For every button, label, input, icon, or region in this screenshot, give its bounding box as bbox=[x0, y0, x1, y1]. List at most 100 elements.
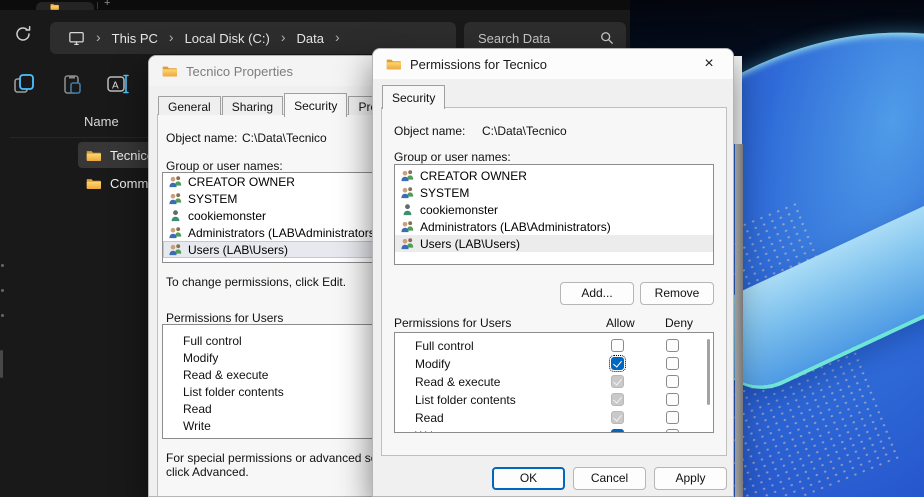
cancel-button[interactable]: Cancel bbox=[573, 467, 646, 490]
breadcrumb-local-disk[interactable]: Local Disk (C:) bbox=[185, 31, 270, 46]
permission-name: Write bbox=[415, 429, 443, 433]
change-permissions-hint: To change permissions, click Edit. bbox=[166, 275, 346, 289]
properties-dialog: Tecnico Properties General Sharing Secur… bbox=[148, 55, 390, 497]
column-header-name[interactable]: Name bbox=[84, 114, 119, 129]
permissions-dialog: Permissions for Tecnico × Security Objec… bbox=[372, 48, 734, 497]
permission-row[interactable]: Full control bbox=[395, 337, 713, 355]
permission-row[interactable]: Special permissions bbox=[163, 435, 389, 439]
group-user-list[interactable]: CREATOR OWNER SYSTEM cookiemonster Admin… bbox=[394, 164, 714, 265]
user-row[interactable]: cookiemonster bbox=[395, 201, 713, 218]
allow-checkbox[interactable] bbox=[611, 339, 624, 352]
list-scrollbar[interactable] bbox=[707, 339, 710, 405]
permission-row[interactable]: Full control bbox=[163, 333, 389, 350]
deny-checkbox[interactable] bbox=[666, 339, 679, 352]
users-group-icon bbox=[400, 220, 415, 233]
add-button[interactable]: Add... bbox=[560, 282, 634, 305]
permission-name: Read & execute bbox=[415, 375, 500, 389]
permission-row[interactable]: Modify bbox=[163, 350, 389, 367]
allow-checkbox[interactable] bbox=[611, 411, 624, 424]
user-name: SYSTEM bbox=[420, 186, 469, 200]
advanced-hint-line1: For special permissions or advanced sett… bbox=[166, 451, 390, 465]
user-row[interactable]: SYSTEM bbox=[395, 184, 713, 201]
users-group-icon bbox=[400, 237, 415, 250]
ok-button[interactable]: OK bbox=[492, 467, 565, 490]
tab-divider bbox=[97, 2, 98, 9]
permission-row[interactable]: Write bbox=[163, 418, 389, 435]
deny-checkbox[interactable] bbox=[666, 429, 679, 433]
security-tab-page: Object name: C:\Data\Tecnico Group or us… bbox=[381, 107, 727, 456]
permission-name: Full control bbox=[415, 339, 474, 353]
permission-row[interactable]: Modify bbox=[395, 355, 713, 373]
tab-general[interactable]: General bbox=[158, 96, 221, 115]
permissions-dialog-titlebar[interactable]: Permissions for Tecnico bbox=[373, 49, 733, 79]
permission-row[interactable]: Read bbox=[395, 409, 713, 427]
permission-row[interactable]: List folder contents bbox=[163, 384, 389, 401]
permission-name: List folder contents bbox=[415, 393, 516, 407]
permissions-list[interactable]: Full control Modify Read & execute List … bbox=[162, 324, 390, 439]
user-row-selected[interactable]: Users (LAB\Users) bbox=[395, 235, 713, 252]
close-icon[interactable]: × bbox=[694, 53, 724, 75]
permission-row[interactable]: List folder contents bbox=[395, 391, 713, 409]
group-user-list[interactable]: CREATOR OWNER SYSTEM cookiemonster Admin… bbox=[162, 172, 390, 263]
user-row[interactable]: Administrators (LAB\Administrators) bbox=[163, 224, 389, 241]
deny-checkbox[interactable] bbox=[666, 357, 679, 370]
chevron-right-icon: › bbox=[335, 29, 340, 45]
nav-pane-dot bbox=[1, 289, 4, 292]
deny-checkbox[interactable] bbox=[666, 411, 679, 424]
chevron-right-icon: › bbox=[281, 29, 286, 45]
nav-pane-scrollbar[interactable] bbox=[0, 350, 3, 378]
folder-icon bbox=[86, 177, 101, 190]
svg-text:A: A bbox=[112, 81, 119, 92]
refresh-icon[interactable] bbox=[13, 24, 35, 46]
breadcrumb-data[interactable]: Data bbox=[297, 31, 324, 46]
tab-security[interactable]: Security bbox=[382, 85, 445, 109]
users-group-icon bbox=[168, 175, 183, 188]
tab-sharing[interactable]: Sharing bbox=[222, 96, 283, 115]
user-row[interactable]: CREATOR OWNER bbox=[163, 173, 389, 190]
permission-row[interactable]: Read & execute bbox=[163, 367, 389, 384]
user-row-selected[interactable]: Users (LAB\Users) bbox=[163, 241, 389, 258]
permissions-checklist[interactable]: Full control Modify Read & execute List … bbox=[394, 332, 714, 433]
user-name: Administrators (LAB\Administrators) bbox=[188, 226, 379, 240]
dialog-title: Tecnico Properties bbox=[186, 64, 293, 79]
rename-icon[interactable]: A bbox=[106, 72, 132, 98]
users-group-icon bbox=[400, 169, 415, 182]
new-tab-button[interactable]: + bbox=[104, 0, 110, 9]
screen: + › This PC › Local Disk (C:) › Data › S… bbox=[0, 0, 924, 497]
users-group-icon bbox=[168, 243, 183, 256]
deny-checkbox[interactable] bbox=[666, 393, 679, 406]
advanced-hint-line2: click Advanced. bbox=[166, 465, 249, 479]
background-window-edge bbox=[734, 56, 742, 144]
chevron-right-icon: › bbox=[96, 29, 101, 45]
permission-name: Modify bbox=[415, 357, 450, 371]
allow-checkbox[interactable] bbox=[611, 429, 624, 433]
permission-row[interactable]: Read & execute bbox=[395, 373, 713, 391]
object-name-value: C:\Data\Tecnico bbox=[242, 131, 327, 145]
allow-checkbox[interactable] bbox=[611, 393, 624, 406]
dialog-title: Permissions for Tecnico bbox=[410, 57, 547, 72]
user-row[interactable]: CREATOR OWNER bbox=[395, 167, 713, 184]
user-row[interactable]: Administrators (LAB\Administrators) bbox=[395, 218, 713, 235]
apply-button[interactable]: Apply bbox=[654, 467, 727, 490]
permission-row[interactable]: Write bbox=[395, 427, 713, 433]
user-row[interactable]: cookiemonster bbox=[163, 207, 389, 224]
copy-icon[interactable] bbox=[12, 72, 38, 98]
paste-icon[interactable] bbox=[60, 72, 86, 98]
background-window-edge bbox=[735, 144, 743, 497]
properties-dialog-titlebar[interactable]: Tecnico Properties bbox=[149, 56, 389, 86]
allow-checkbox[interactable] bbox=[611, 357, 624, 370]
user-name: CREATOR OWNER bbox=[188, 175, 295, 189]
remove-button[interactable]: Remove bbox=[640, 282, 714, 305]
allow-column-header: Allow bbox=[606, 316, 635, 330]
deny-checkbox[interactable] bbox=[666, 375, 679, 388]
allow-checkbox[interactable] bbox=[611, 375, 624, 388]
object-name-label: Object name: bbox=[166, 131, 237, 145]
explorer-tab[interactable] bbox=[36, 2, 94, 10]
permissions-tabs: Security bbox=[382, 83, 446, 107]
permission-row[interactable]: Read bbox=[163, 401, 389, 418]
folder-icon bbox=[386, 58, 401, 70]
breadcrumb-this-pc[interactable]: This PC bbox=[112, 31, 158, 46]
tab-security[interactable]: Security bbox=[284, 93, 347, 117]
user-row[interactable]: SYSTEM bbox=[163, 190, 389, 207]
user-name: Users (LAB\Users) bbox=[420, 237, 520, 251]
